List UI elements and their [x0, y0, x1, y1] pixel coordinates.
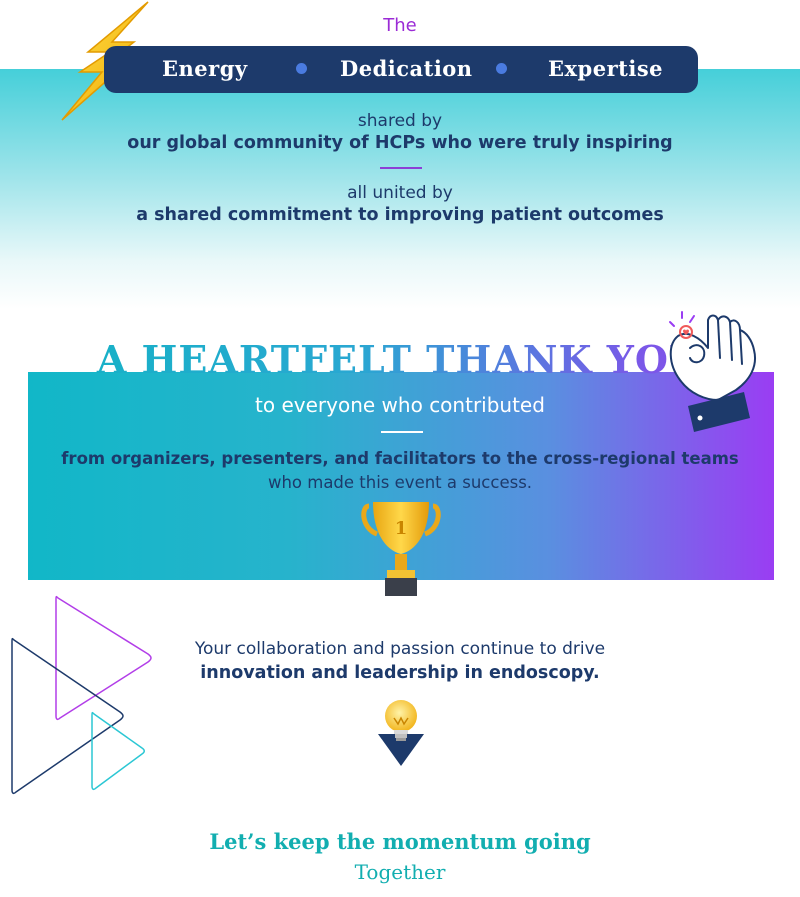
pillar-dedication: Dedication	[340, 56, 473, 81]
pillars-banner: Energy Dedication Expertise	[104, 46, 698, 93]
trophy-icon: 1	[361, 502, 441, 596]
trophy-number: 1	[395, 518, 408, 539]
commitment-statement: a shared commitment to improving patient…	[136, 205, 664, 225]
contributors-statement: from organizers, presenters, and facilit…	[61, 449, 739, 468]
closing-headline: Let’s keep the momentum going	[209, 829, 591, 854]
closing-together: Together	[354, 860, 446, 884]
thank-you-divider	[381, 431, 423, 433]
success-statement: who made this event a success.	[267, 473, 533, 492]
lightbulb-icon	[378, 700, 424, 766]
section-divider	[380, 167, 422, 169]
pillar-separator-dot	[296, 63, 307, 74]
pillar-expertise: Expertise	[548, 56, 663, 81]
innovation-statement: innovation and leadership in endoscopy.	[200, 663, 600, 683]
ok-hand-icon	[669, 311, 756, 432]
community-statement: our global community of HCPs who were tr…	[127, 133, 673, 153]
pillar-energy: Energy	[162, 56, 248, 81]
united-by-text: all united by	[347, 183, 453, 203]
pillar-separator-dot	[496, 63, 507, 74]
intro-label: The	[383, 15, 417, 36]
shared-by-text: shared by	[357, 111, 443, 131]
collaboration-text: Your collaboration and passion continue …	[194, 639, 606, 659]
play-arrows-icon	[11, 595, 152, 795]
